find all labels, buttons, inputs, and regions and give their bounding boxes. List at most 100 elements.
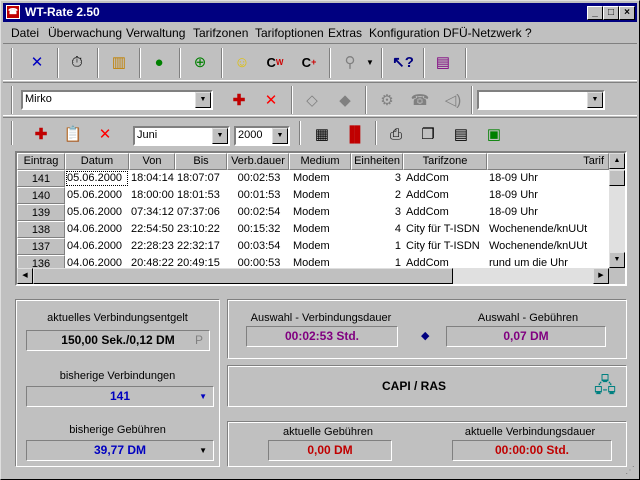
table-row[interactable]: 138 04.06.2000 22:54:50 23:10:22 00:15:32 Mod… [17, 221, 609, 238]
gear-icon[interactable]: ⚙ [373, 86, 401, 114]
erase-all-icon[interactable]: ◆ [331, 86, 359, 114]
menu-konfiguration[interactable]: Konfiguration [369, 26, 440, 40]
menu-tarifzonen[interactable]: Tarifzonen [193, 26, 248, 40]
month-select[interactable]: Juni ▼ [133, 126, 230, 146]
book-icon[interactable]: ▥ [105, 48, 133, 76]
scroll-right-icon[interactable]: ▶ [593, 268, 609, 284]
network-globe-icon[interactable]: ⊕ [186, 48, 214, 76]
edit-document-icon[interactable]: 📋 [59, 120, 87, 148]
cell-medium: Modem [293, 240, 330, 252]
search-icon[interactable]: ⚲ [336, 48, 364, 76]
column-header-tarif[interactable]: Tarif [487, 153, 609, 170]
table-row[interactable]: 139 05.06.2000 07:34:12 07:37:06 00:02:54 Mod… [17, 204, 609, 221]
currency-w-icon[interactable]: CW [261, 48, 289, 76]
eraser-icon[interactable]: ◇ [298, 86, 326, 114]
separator [57, 48, 59, 78]
separator [299, 121, 301, 145]
column-header-von[interactable]: Von [129, 153, 175, 170]
column-header-eintrag[interactable]: Eintrag [17, 153, 65, 170]
toolbar-grip [11, 121, 13, 145]
connections-field[interactable]: 141 ▼ [26, 386, 214, 407]
column-header-bis[interactable]: Bis [175, 153, 227, 170]
cell-entry[interactable]: 141 [17, 170, 65, 187]
dropdown-arrow-icon[interactable]: ▼ [363, 48, 377, 76]
chevron-down-icon[interactable]: ▼ [587, 92, 603, 108]
column-header-einheiten[interactable]: Einheiten [351, 153, 403, 170]
add-icon[interactable]: ✚ [27, 120, 55, 148]
cell-entry[interactable]: 138 [17, 221, 65, 238]
cell-tariff: Wochenende/knUUt [489, 240, 588, 252]
scroll-thumb[interactable] [609, 170, 625, 186]
chevron-down-icon[interactable]: ▼ [212, 128, 228, 144]
menu-dfue-netzwerk[interactable]: DFÜ-Netzwerk [443, 26, 522, 40]
table-row[interactable]: 140 05.06.2000 18:00:00 18:01:53 00:01:53 Mod… [17, 187, 609, 204]
close-button[interactable]: × [619, 6, 635, 20]
books-icon[interactable]: ▤ [429, 48, 457, 76]
user-select-value: Mirko [25, 93, 52, 105]
clipboard-icon[interactable]: ▣ [480, 120, 508, 148]
column-header-datum[interactable]: Datum [65, 153, 129, 170]
globe-icon[interactable]: ● [145, 48, 173, 76]
cell-entry[interactable]: 137 [17, 238, 65, 255]
currency-add-icon[interactable]: C + [295, 48, 323, 76]
cell-medium: Modem [293, 206, 330, 218]
column-header-tarifzone[interactable]: Tarifzone [403, 153, 487, 170]
menu-verwaltung[interactable]: Verwaltung [126, 26, 185, 40]
resize-grip-icon[interactable]: ⋰ [625, 465, 637, 477]
maximize-button[interactable]: □ [603, 6, 619, 20]
network-computers-icon[interactable]: 🖧 [590, 371, 620, 401]
smiley-icon[interactable]: ☺ [228, 48, 256, 76]
column-header-verbdauer[interactable]: Verb.dauer [227, 153, 289, 170]
notepad-icon[interactable]: ▤ [447, 120, 475, 148]
call-log-table[interactable]: Eintrag Datum Von Bis Verb.dauer Medium … [15, 151, 627, 286]
chevron-down-icon[interactable]: ▼ [272, 128, 288, 144]
copy-icon[interactable]: ❐ [414, 120, 442, 148]
selection-panel: Auswahl - Verbindungsdauer 00:02:53 Std.… [227, 299, 627, 359]
fee-badge: P [194, 333, 203, 347]
phone-icon[interactable]: ☎ [406, 86, 434, 114]
month-select-value: Juni [137, 129, 158, 141]
scroll-left-icon[interactable]: ◀ [17, 268, 33, 284]
column-header-medium[interactable]: Medium [289, 153, 351, 170]
current-duration-label: aktuelle Verbindungsdauer [464, 426, 596, 438]
scroll-thumb[interactable] [33, 268, 453, 284]
menu-help[interactable]: ? [525, 26, 532, 40]
printer-icon[interactable]: ⎙ [382, 120, 410, 148]
scroll-up-icon[interactable]: ▲ [609, 153, 625, 169]
chevron-down-icon[interactable]: ▼ [199, 387, 207, 406]
close-x-icon[interactable]: ✕ [23, 48, 51, 76]
bar-chart-icon[interactable]: ▐▌ [341, 120, 369, 148]
toolbar-grip [11, 86, 13, 114]
cell-entry[interactable]: 140 [17, 187, 65, 204]
horizontal-scrollbar[interactable]: ◀ ▶ [17, 268, 609, 284]
stopwatch-icon[interactable]: ⏱ [63, 48, 91, 76]
table-row[interactable]: 141 05.06.2000 18:04:14 18:07:07 00:02:53 Mod… [17, 170, 609, 187]
calculator-icon[interactable]: ▦ [308, 120, 336, 148]
chevron-down-icon[interactable]: ▼ [199, 441, 207, 460]
speaker-icon[interactable]: ◁) [439, 86, 467, 114]
menu-tarifoptionen[interactable]: Tarifoptionen [255, 26, 324, 40]
menu-extras[interactable]: Extras [328, 26, 362, 40]
cell-zone: AddCom [406, 206, 449, 218]
vertical-scrollbar[interactable]: ▲ ▼ [609, 153, 625, 268]
separator [291, 86, 293, 114]
add-icon[interactable]: ✚ [225, 86, 253, 114]
cell-to: 22:32:17 [177, 240, 220, 252]
user-select[interactable]: Mirko ▼ [21, 90, 213, 110]
minimize-button[interactable]: _ [587, 6, 603, 20]
separator [139, 48, 141, 78]
cell-medium: Modem [293, 189, 330, 201]
help-pointer-icon[interactable]: ↖? [389, 48, 417, 76]
menu-datei[interactable]: Datei [11, 26, 39, 40]
delete-icon[interactable]: ✕ [257, 86, 285, 114]
cell-entry[interactable]: 139 [17, 204, 65, 221]
secondary-select[interactable]: ▼ [477, 90, 605, 110]
year-select[interactable]: 2000 ▼ [234, 126, 290, 146]
table-row[interactable]: 137 04.06.2000 22:28:23 22:32:17 00:03:54 Mod… [17, 238, 609, 255]
scroll-down-icon[interactable]: ▼ [609, 252, 625, 268]
delete-icon[interactable]: ✕ [91, 120, 119, 148]
chevron-down-icon[interactable]: ▼ [195, 92, 211, 108]
connections-label: bisherige Verbindungen [59, 370, 176, 382]
menu-ueberwachung[interactable]: Überwachung [48, 26, 122, 40]
total-fees-field[interactable]: 39,77 DM ▼ [26, 440, 214, 461]
